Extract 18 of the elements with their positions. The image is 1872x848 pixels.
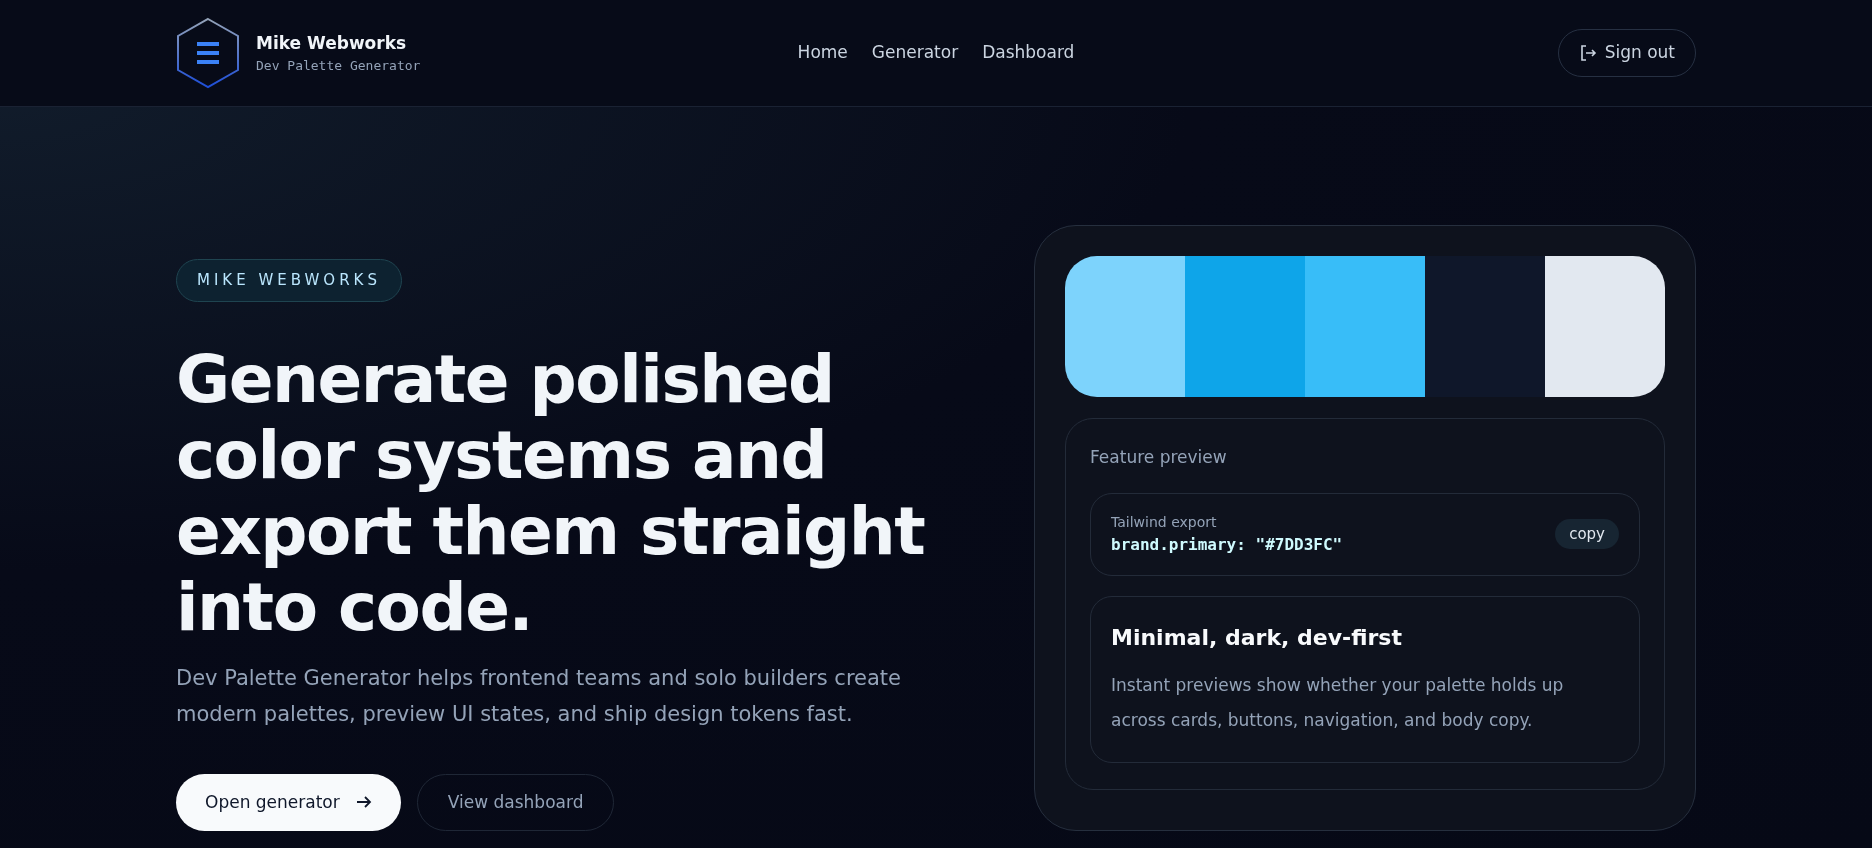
nav-link[interactable]: Generator bbox=[871, 40, 959, 66]
hero-lead: Dev Palette Generator helps frontend teams and solo builders create modern palettes, preview UI states, and ship design tokens fast. bbox=[176, 664, 902, 728]
hero-heading: Generate polished color systems and export them straight into code. bbox=[176, 341, 926, 646]
logo-icon bbox=[176, 17, 240, 89]
open-generator-button[interactable]: Open generator bbox=[176, 773, 401, 831]
brand-name: Mike Webworks bbox=[256, 31, 408, 55]
eyebrow-badge: MIKE WEBWORKS bbox=[176, 259, 402, 302]
export-label: Tailwind export bbox=[1111, 512, 1218, 532]
panel-title: Feature preview bbox=[1090, 446, 1228, 469]
nav-link[interactable]: Home bbox=[797, 40, 848, 66]
feature-text: Instant previews show whether your palette holds up across cards, buttons, navigation, and body copy. bbox=[1111, 673, 1565, 732]
feature-heading: Minimal, dark, dev-first bbox=[1111, 623, 1403, 652]
copy-button[interactable]: copy bbox=[1555, 518, 1619, 550]
nav-link[interactable]: Dashboard bbox=[982, 40, 1075, 66]
sign-out-icon bbox=[1578, 44, 1597, 62]
export-code: brand.primary: "#7DD3FC" bbox=[1111, 533, 1343, 556]
brand-subtitle: Dev Palette Generator bbox=[256, 57, 421, 75]
arrow-right-icon bbox=[355, 795, 372, 810]
